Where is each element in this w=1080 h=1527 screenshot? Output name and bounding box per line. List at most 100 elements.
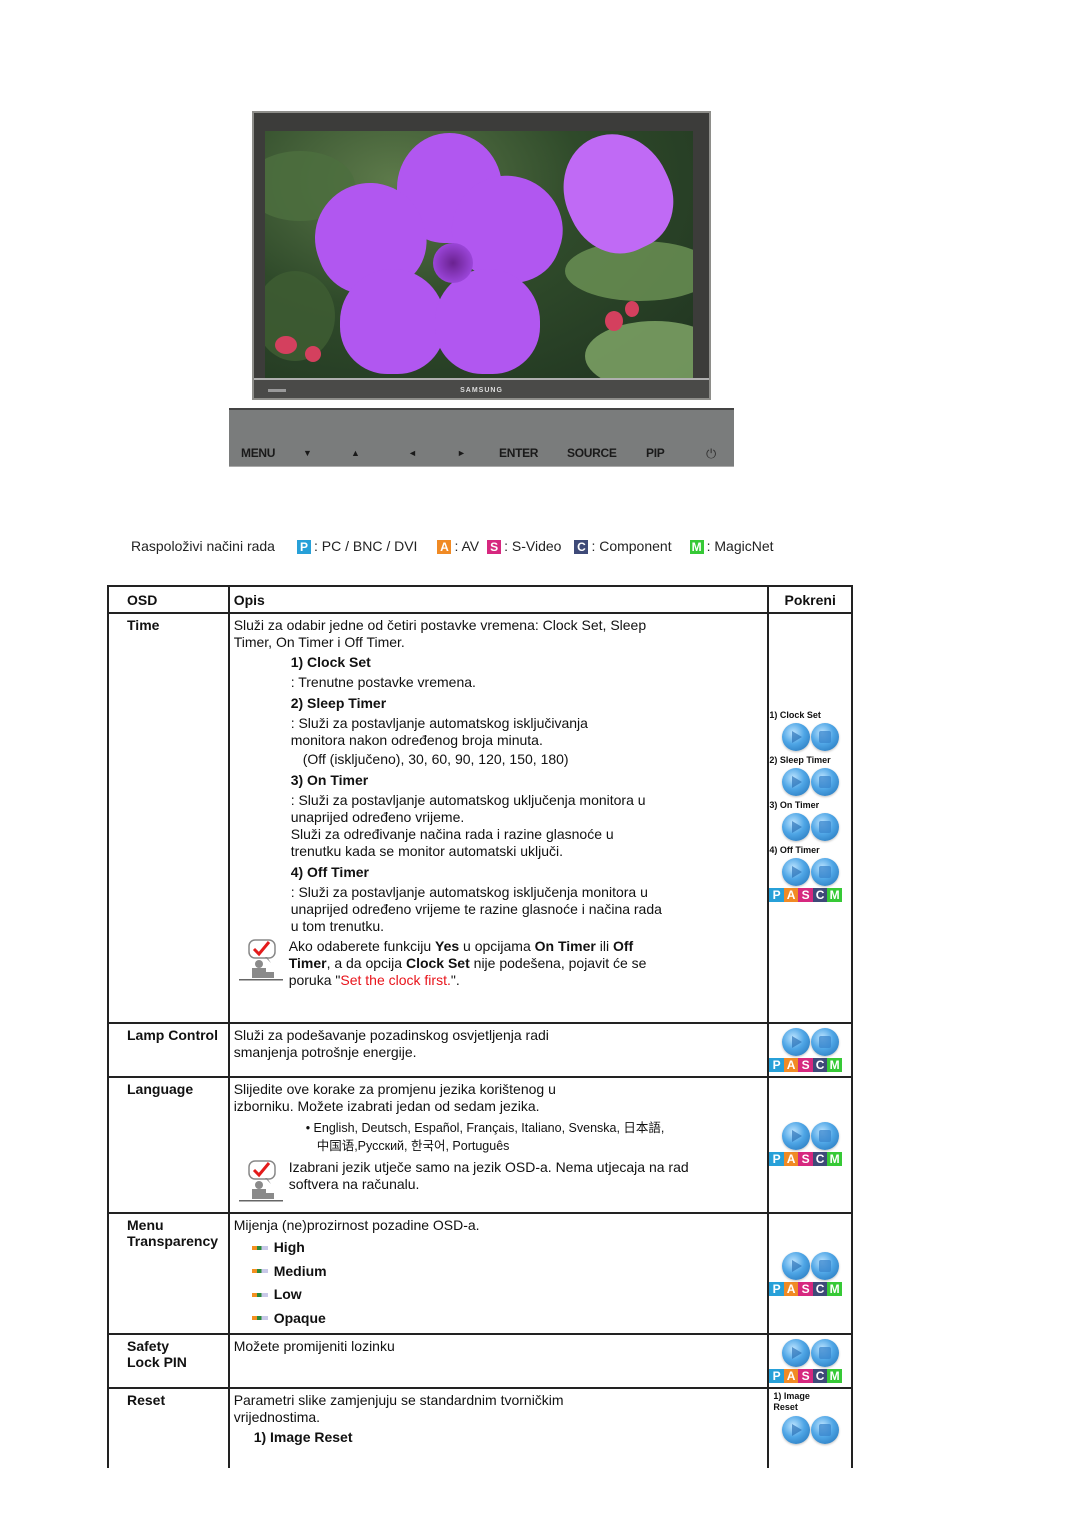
- run-language: PASCM: [767, 1076, 853, 1214]
- monitor-bezel: SAMSUNG: [254, 378, 709, 398]
- right-button[interactable]: ►: [457, 448, 466, 458]
- play-icon[interactable]: [781, 1122, 810, 1150]
- run-time: 1) Clock Set 2) Sleep Timer 3) On Timer …: [767, 612, 853, 1024]
- bullet-icon: [251, 1245, 268, 1250]
- bullet-icon: [251, 1269, 268, 1274]
- down-button[interactable]: ▼: [303, 448, 312, 458]
- left-button[interactable]: ◄: [408, 448, 417, 458]
- stop-icon[interactable]: [810, 1028, 839, 1056]
- pascm-mode-icons: PASCM: [769, 1152, 842, 1166]
- desc-time: Služi za odabir jedne od četiri postavke…: [227, 612, 770, 1024]
- mode-p-icon: P: [296, 540, 311, 554]
- source-button[interactable]: SOURCE: [567, 446, 617, 460]
- power-icon[interactable]: ⏻: [706, 446, 716, 462]
- mode-magicnet: M: MagicNet: [689, 538, 774, 554]
- osd-name-time: Time: [107, 612, 230, 1024]
- table-row-safety-lock-pin: Safety Lock PIN Možete promijeniti lozin…: [107, 1333, 853, 1389]
- mode-component: C: Component: [574, 538, 672, 554]
- run-lamp-control: PASCM: [767, 1022, 853, 1078]
- mode-s-icon: S: [487, 540, 502, 554]
- osd-name-safety-lock-pin: Safety Lock PIN: [107, 1333, 230, 1389]
- note-checkmark-icon: [238, 938, 283, 982]
- osd-table: OSD Opis Pokreni Time Služi za odabir je…: [107, 585, 853, 1468]
- header-desc: Opis: [227, 585, 770, 614]
- osd-name-lamp-control: Lamp Control: [107, 1022, 230, 1078]
- available-modes: Raspoloživi načini rada P: PC / BNC / DV…: [131, 538, 774, 554]
- run-safety-lock-pin: PASCM: [767, 1333, 853, 1389]
- sleep-timer-play-controls: [769, 768, 851, 796]
- led-indicator: [268, 389, 286, 392]
- transparency-option-opaque: Opaque: [234, 1307, 764, 1331]
- header-run: Pokreni: [767, 585, 853, 614]
- play-icon[interactable]: [781, 1416, 810, 1444]
- clock-set-play-controls: [769, 723, 851, 751]
- sleep-timer-options: (Off (isključeno), 30, 60, 90, 120, 150,…: [302, 751, 569, 767]
- table-row-time: Time Služi za odabir jedne od četiri pos…: [107, 612, 853, 1024]
- desc-menu-transparency: Mijenja (ne)prozirnost pozadine OSD-a. H…: [227, 1212, 770, 1335]
- menu-button[interactable]: MENU: [241, 446, 275, 460]
- mode-svideo: S: S-Video: [487, 538, 561, 554]
- run-reset: 1) Image Reset: [767, 1387, 853, 1468]
- table-row-language: Language Slijedite ove korake za promjen…: [107, 1076, 853, 1214]
- mode-m-icon: M: [689, 540, 704, 554]
- pascm-mode-icons: PASCM: [769, 1369, 842, 1383]
- stop-icon[interactable]: [810, 768, 839, 796]
- sleep-timer-title: 2) Sleep Timer: [290, 695, 387, 711]
- play-icon[interactable]: [781, 1339, 810, 1367]
- osd-name-menu-transparency: Menu Transparency: [107, 1212, 230, 1335]
- warning-message: Set the clock first.: [340, 972, 451, 988]
- image-reset-play-controls: [769, 1416, 851, 1444]
- bullet-icon: [251, 1292, 268, 1297]
- transparency-option-medium: Medium: [234, 1260, 764, 1284]
- osd-name-language: Language: [107, 1076, 230, 1214]
- desc-reset: Parametri slike zamjenjuju se standardni…: [227, 1387, 770, 1468]
- play-icon[interactable]: [781, 813, 810, 841]
- desc-lamp-control: Služi za podešavanje pozadinskog osvjetl…: [227, 1022, 770, 1078]
- monitor-screen-flower-image: [265, 131, 693, 381]
- up-button[interactable]: ▲: [351, 448, 360, 458]
- brand-logo: SAMSUNG: [460, 387, 503, 394]
- play-icon[interactable]: [781, 768, 810, 796]
- pascm-mode-icons: PASCM: [769, 1282, 842, 1296]
- table-row-menu-transparency: Menu Transparency Mijenja (ne)prozirnost…: [107, 1212, 853, 1335]
- stop-icon[interactable]: [810, 1122, 839, 1150]
- stop-icon[interactable]: [810, 858, 839, 886]
- off-timer-play-controls: [769, 858, 851, 886]
- stop-icon[interactable]: [810, 1339, 839, 1367]
- on-timer-play-controls: [769, 813, 851, 841]
- image-reset-title: 1) Image Reset: [253, 1429, 353, 1445]
- play-icon[interactable]: [781, 723, 810, 751]
- time-note: Ako odaberete funkciju Yes u opcijama On…: [234, 938, 764, 989]
- note-checkmark-icon: [238, 1159, 283, 1203]
- pascm-mode-icons: PASCM: [769, 888, 842, 902]
- stop-icon[interactable]: [810, 1252, 839, 1280]
- mode-av: A: AV: [437, 538, 479, 554]
- on-timer-title: 3) On Timer: [290, 772, 369, 788]
- transparency-option-high: High: [234, 1236, 764, 1260]
- play-icon[interactable]: [781, 858, 810, 886]
- off-timer-title: 4) Off Timer: [290, 864, 369, 880]
- enter-button[interactable]: ENTER: [499, 446, 538, 460]
- modes-label: Raspoloživi načini rada: [131, 538, 275, 554]
- header-osd: OSD: [107, 585, 230, 614]
- monitor-control-panel: MENU ▼ ▲ ◄ ► ENTER SOURCE PIP ⏻: [229, 408, 734, 467]
- monitor-illustration: SAMSUNG: [252, 111, 711, 400]
- stop-icon[interactable]: [810, 813, 839, 841]
- table-row-reset: Reset Parametri slike zamjenjuju se stan…: [107, 1387, 853, 1468]
- stop-icon[interactable]: [810, 1416, 839, 1444]
- play-icon[interactable]: [781, 1252, 810, 1280]
- table-row-lamp-control: Lamp Control Služi za podešavanje pozadi…: [107, 1022, 853, 1078]
- desc-safety-lock-pin: Možete promijeniti lozinku: [227, 1333, 770, 1389]
- pip-button[interactable]: PIP: [646, 446, 665, 460]
- desc-language: Slijedite ove korake za promjenu jezika …: [227, 1076, 770, 1214]
- clock-set-title: 1) Clock Set: [290, 654, 371, 670]
- table-header-row: OSD Opis Pokreni: [107, 585, 853, 614]
- stop-icon[interactable]: [810, 723, 839, 751]
- mode-pc: P: PC / BNC / DVI: [296, 538, 417, 554]
- osd-name-reset: Reset: [107, 1387, 230, 1468]
- transparency-option-low: Low: [234, 1283, 764, 1307]
- play-icon[interactable]: [781, 1028, 810, 1056]
- mode-a-icon: A: [437, 540, 452, 554]
- mode-c-icon: C: [574, 540, 589, 554]
- pascm-mode-icons: PASCM: [769, 1058, 842, 1072]
